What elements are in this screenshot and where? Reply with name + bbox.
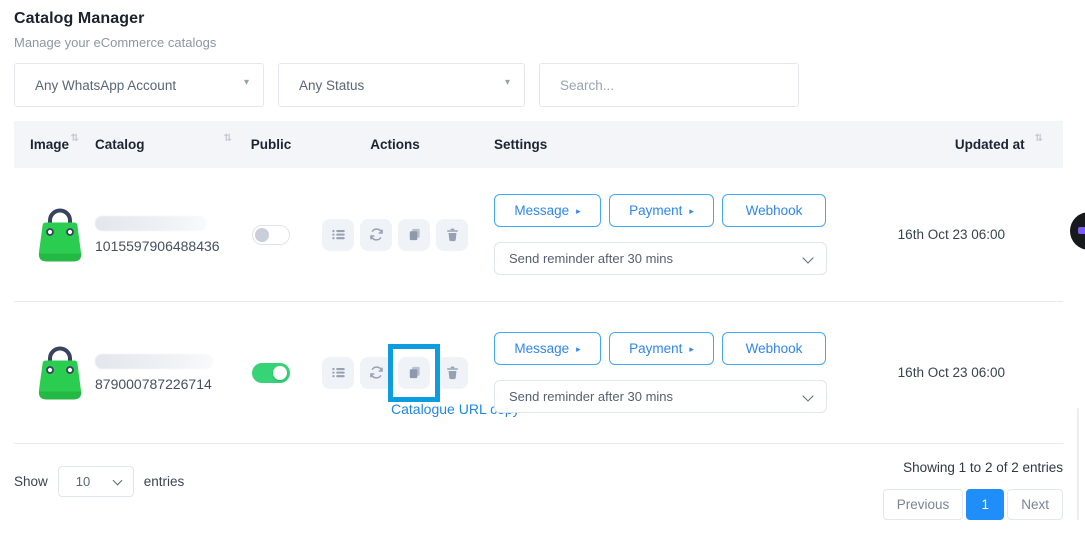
actions-group: Catalogue URL copy (322, 357, 468, 389)
chevron-down-icon (802, 252, 813, 263)
catalog-manager-page: Catalog Manager Manage your eCommerce ca… (0, 0, 1085, 520)
column-header-updated-at: Updated at ⇅ (880, 137, 1063, 152)
entries-label: entries (144, 474, 185, 489)
message-settings-button[interactable]: Message ▸ (494, 332, 601, 365)
payment-settings-button[interactable]: Payment ▸ (609, 194, 714, 227)
catalog-image-cell (14, 343, 79, 403)
sort-icon[interactable]: ⇅ (224, 133, 232, 144)
message-settings-button[interactable]: Message ▸ (494, 194, 601, 227)
table-footer: Show 10 entries Showing 1 to 2 of 2 entr… (14, 458, 1063, 520)
catalog-name-cell: 1015597906488436 (79, 216, 232, 254)
public-cell (232, 225, 310, 245)
caret-down-icon: ▾ (244, 77, 249, 88)
submenu-arrow-icon: ▸ (689, 344, 694, 355)
delete-catalog-button[interactable] (436, 219, 468, 251)
previous-page-button[interactable]: Previous (883, 489, 964, 520)
page-title: Catalog Manager (14, 10, 1085, 28)
pagination: Previous 1 Next (883, 489, 1063, 520)
refresh-icon (369, 227, 384, 242)
toggle-knob (273, 366, 287, 380)
reminder-select[interactable]: Send reminder after 30 mins (494, 242, 827, 275)
reminder-select-value: Send reminder after 30 mins (509, 251, 673, 266)
updated-at-cell: 16th Oct 23 06:00 (880, 365, 1063, 380)
public-cell (232, 363, 310, 383)
page-size-group: Show 10 entries (14, 466, 184, 497)
page-1-button[interactable]: 1 (966, 489, 1004, 520)
pagination-group: Showing 1 to 2 of 2 entries Previous 1 N… (883, 458, 1063, 520)
webhook-settings-button[interactable]: Webhook (722, 194, 826, 227)
webhook-settings-button[interactable]: Webhook (722, 332, 826, 365)
catalog-id: 1015597906488436 (95, 238, 232, 254)
page-subtitle: Manage your eCommerce catalogs (14, 35, 1085, 50)
catalog-id: 879000787226714 (95, 376, 232, 392)
page-size-value: 10 (76, 474, 90, 489)
trash-icon (445, 227, 460, 242)
catalog-name-cell: 879000787226714 (79, 354, 232, 392)
actions-group (322, 219, 468, 251)
catalogue-url-copy-button[interactable] (398, 357, 430, 389)
page-size-select[interactable]: 10 (58, 466, 134, 497)
sort-icon[interactable]: ⇅ (1035, 133, 1043, 144)
filter-bar: Any WhatsApp Account ▾ Any Status ▾ (14, 63, 1085, 107)
catalog-name-redacted (95, 354, 213, 369)
list-products-button[interactable] (322, 357, 354, 389)
catalog-table: Image ⇅ Catalog ⇅ Public Actions Setting… (14, 121, 1063, 444)
trash-icon (445, 365, 460, 380)
whatsapp-account-select[interactable]: Any WhatsApp Account ▾ (14, 63, 264, 107)
sync-catalog-button[interactable] (360, 219, 392, 251)
catalog-image-cell (14, 205, 79, 265)
table-row: 879000787226714 (14, 302, 1063, 444)
show-label: Show (14, 474, 48, 489)
list-icon (331, 227, 346, 242)
actions-cell: Catalogue URL copy (310, 357, 480, 389)
whatsapp-account-select-value: Any WhatsApp Account (35, 78, 176, 93)
status-select[interactable]: Any Status ▾ (278, 63, 525, 107)
scrollbar-track[interactable] (1077, 408, 1079, 520)
column-header-public: Public (232, 137, 310, 152)
table-row: 1015597906488436 (14, 168, 1063, 302)
delete-catalog-button[interactable] (436, 357, 468, 389)
submenu-arrow-icon: ▸ (576, 344, 581, 355)
entries-summary: Showing 1 to 2 of 2 entries (903, 460, 1063, 475)
list-products-button[interactable] (322, 219, 354, 251)
settings-cell: Message ▸ Payment ▸ Webhook Send reminde… (480, 194, 880, 275)
column-header-settings: Settings (480, 137, 880, 152)
settings-buttons: Message ▸ Payment ▸ Webhook (494, 332, 880, 365)
column-header-catalog: Catalog ⇅ (79, 137, 232, 152)
copy-icon (407, 227, 422, 242)
updated-at-cell: 16th Oct 23 06:00 (880, 227, 1063, 242)
caret-down-icon: ▾ (505, 77, 510, 88)
chevron-down-icon (802, 390, 813, 401)
copy-icon (407, 365, 422, 380)
submenu-arrow-icon: ▸ (576, 206, 581, 217)
catalogue-url-copy-button[interactable] (398, 219, 430, 251)
list-icon (331, 365, 346, 380)
column-header-image: Image ⇅ (14, 137, 79, 152)
actions-cell (310, 219, 480, 251)
next-page-button[interactable]: Next (1007, 489, 1063, 520)
public-toggle[interactable] (252, 225, 290, 245)
settings-buttons: Message ▸ Payment ▸ Webhook (494, 194, 880, 227)
catalog-name-redacted (95, 216, 207, 231)
reminder-select-value: Send reminder after 30 mins (509, 389, 673, 404)
status-select-value: Any Status (299, 78, 364, 93)
submenu-arrow-icon: ▸ (689, 206, 694, 217)
table-header-row: Image ⇅ Catalog ⇅ Public Actions Setting… (14, 121, 1063, 168)
refresh-icon (369, 365, 384, 380)
search-input[interactable] (539, 63, 799, 107)
widget-accent-icon (1078, 227, 1085, 234)
chevron-down-icon (112, 476, 122, 486)
reminder-select[interactable]: Send reminder after 30 mins (494, 380, 827, 413)
annotation-highlight-box: Catalogue URL copy (388, 344, 440, 402)
toggle-knob (255, 228, 269, 242)
settings-cell: Message ▸ Payment ▸ Webhook Send reminde… (480, 332, 880, 413)
public-toggle[interactable] (252, 363, 290, 383)
column-header-actions: Actions (310, 137, 480, 152)
sort-icon[interactable]: ⇅ (71, 133, 79, 144)
payment-settings-button[interactable]: Payment ▸ (609, 332, 714, 365)
